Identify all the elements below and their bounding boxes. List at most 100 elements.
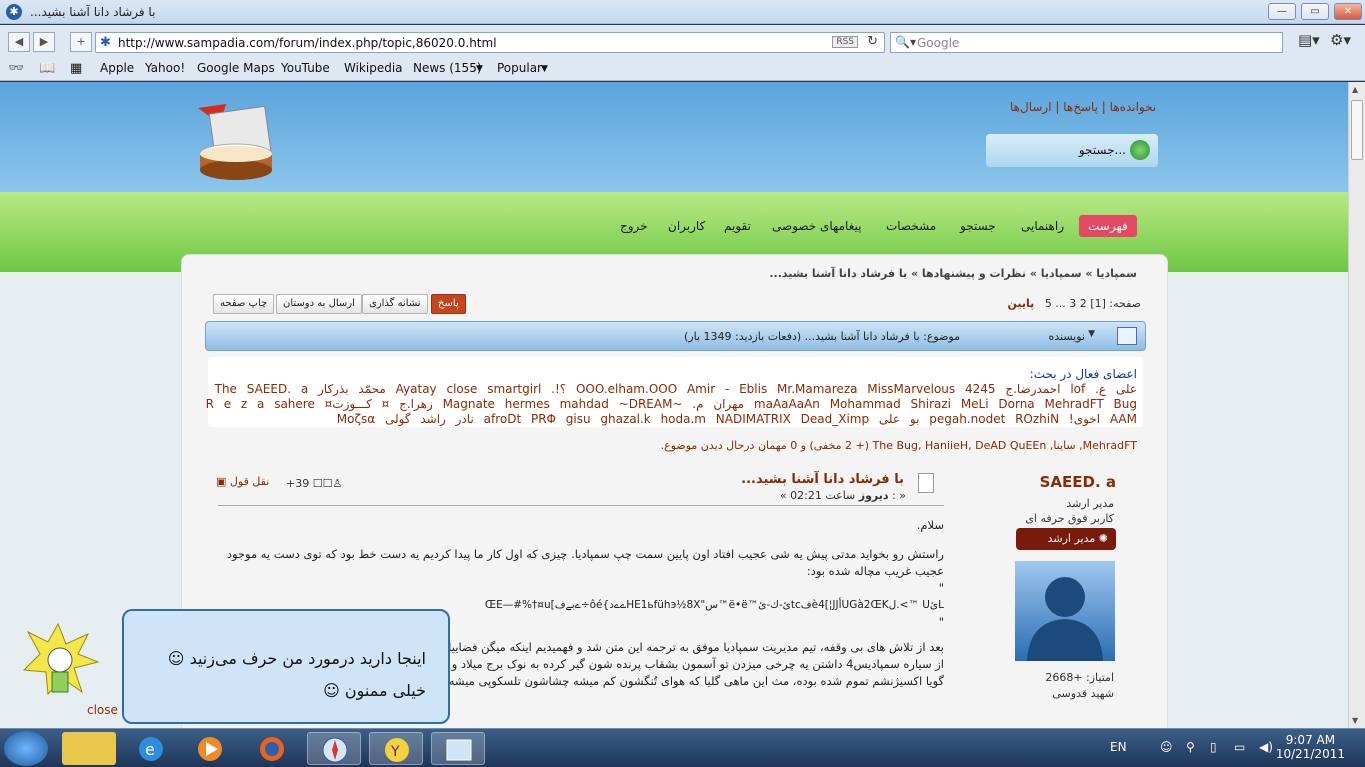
user-icon[interactable]: ♙: [332, 477, 342, 490]
page-menu-icon[interactable]: ▤▾: [1298, 31, 1320, 49]
yahoo-messenger-taskbar-icon[interactable]: Y: [369, 732, 423, 765]
topic-header-bar: ▼ نویسنده موضوع: با فرشاد دانا آشنا بشید…: [205, 321, 1146, 351]
reload-icon[interactable]: ↻: [867, 34, 878, 49]
mascot-speech-bubble: اینجا دارید درمورد من حرف می‌زنید ☺ خیلی…: [122, 609, 450, 724]
post-document-icon: [918, 473, 934, 493]
ie-taskbar-icon[interactable]: e: [124, 732, 178, 765]
bookmark-topic-button[interactable]: نشانه گذاری: [362, 294, 428, 314]
messenger-tray-icon[interactable]: ☺: [1160, 740, 1173, 754]
bookmarks-bar: 👓 📖 ▦ Apple Yahoo! Google Maps YouTube W…: [0, 59, 1365, 81]
smile-icon: ☺: [167, 649, 185, 668]
search-globe-icon[interactable]: [1130, 140, 1150, 160]
bookmark-popular[interactable]: Popular: [497, 61, 542, 75]
active-members-heading: اعضای فعال در بحث:: [1029, 367, 1137, 381]
karma-value: +39: [286, 477, 310, 490]
go-bottom-link[interactable]: پایین: [1008, 297, 1035, 310]
bookmark-google-maps[interactable]: Google Maps: [197, 61, 275, 75]
members-line-2[interactable]: maAaAaAn Mohammad Shirazi MeLi Dorna Meh…: [206, 397, 1137, 411]
active-members-box: اعضای فعال در بحث: علی ع. lof احمدرضا.ج …: [206, 357, 1143, 427]
post-tools[interactable]: +39 ☐☐♙: [286, 477, 342, 490]
start-button[interactable]: [4, 731, 48, 766]
site-search-box[interactable]: جستجو...: [986, 134, 1158, 167]
quote-button[interactable]: ▣ نقل قول: [216, 475, 269, 488]
bookmark-youtube[interactable]: YouTube: [281, 61, 330, 75]
pagination: صفحه: [1] 2 3 ... 5 پایین: [1008, 297, 1141, 310]
forward-button[interactable]: ▶: [33, 32, 55, 52]
close-window-button[interactable]: ✕: [1334, 3, 1362, 20]
magnifier-icon: 🔍▾: [895, 35, 916, 49]
site-header: نخوانده‌ها | پاسخ‌ها | ارسال‌ها جستجو...: [0, 82, 1348, 192]
author-role: مدیر ارشد: [1066, 497, 1114, 510]
breadcrumb[interactable]: سمپادیا » سمپادیا » نظرات و پیشنهادها » …: [769, 267, 1137, 280]
site-search-label: جستجو...: [1078, 143, 1126, 157]
vertical-scrollbar[interactable]: ▲ ▼: [1348, 82, 1365, 728]
bookmarks-book-icon[interactable]: 📖: [39, 61, 55, 76]
author-score: امتیاز: +2668: [1045, 671, 1114, 684]
viewer-rest: (+ 2 مخفی) و 0 مهمان درحال دیدن موضوع.: [660, 439, 873, 452]
safari-app-icon: ✱: [6, 4, 22, 20]
news-dropdown-icon[interactable]: ▼: [476, 64, 483, 74]
viewers-line: MehradFT, ساینا, The Bug, HaniieH, DeAD …: [661, 439, 1137, 452]
control-panel-taskbar-icon[interactable]: [431, 732, 485, 765]
menu-search[interactable]: جستجو: [960, 215, 996, 237]
members-line-1[interactable]: علی ع. lof احمدرضا.ج 4245 OOO.elham.OOO …: [215, 382, 1137, 396]
volume-tray-icon[interactable]: ◀): [1259, 740, 1273, 754]
bookmark-news[interactable]: News (155): [413, 61, 482, 75]
svg-text:e: e: [145, 740, 155, 759]
menu-messages[interactable]: پیغامهای خصوصی: [772, 215, 861, 237]
user-top-links[interactable]: نخوانده‌ها | پاسخ‌ها | ارسال‌ها: [1010, 100, 1156, 114]
safari-taskbar-icon[interactable]: [307, 732, 361, 765]
scrollbar-thumb[interactable]: [1351, 100, 1363, 160]
browser-toolbar: ◀ ▶ + ✱ http://www.sampadia.com/forum/in…: [0, 25, 1365, 60]
url-text: http://www.sampadia.com/forum/index.php/…: [118, 36, 497, 50]
network-tray-icon[interactable]: ⚲: [1186, 740, 1195, 754]
send-to-friend-button[interactable]: ارسال به دوستان: [276, 294, 362, 314]
author-avatar: [1015, 561, 1115, 661]
language-indicator[interactable]: EN: [1110, 740, 1127, 754]
bookmark-wikipedia[interactable]: Wikipedia: [344, 61, 403, 75]
reading-list-icon[interactable]: 👓: [8, 61, 24, 76]
post-title[interactable]: با فرشاد دانا آشنا بشید...: [741, 472, 904, 487]
reply-button[interactable]: پاسخ: [431, 294, 466, 314]
menu-profile[interactable]: مشخصات: [886, 215, 936, 237]
viewer-names[interactable]: MehradFT, ساینا, The Bug, HaniieH, DeAD …: [873, 439, 1137, 452]
system-clock[interactable]: 9:07 AM 10/21/2011: [1276, 733, 1345, 761]
settings-gear-icon[interactable]: ⚙▾: [1330, 31, 1351, 49]
bookmark-yahoo[interactable]: Yahoo!: [145, 61, 185, 75]
popular-dropdown-icon[interactable]: ▼: [541, 64, 548, 74]
menu-logout[interactable]: خروج: [620, 215, 648, 237]
add-bookmark-button[interactable]: +: [70, 32, 92, 52]
site-favicon-icon: ✱: [100, 35, 111, 50]
popup-close-link[interactable]: close: [87, 703, 118, 717]
device-tray-icon[interactable]: ▯: [1210, 740, 1217, 754]
search-placeholder: Google: [917, 36, 960, 50]
search-field[interactable]: 🔍▾ Google: [890, 32, 1283, 53]
page-numbers[interactable]: صفحه: [1] 2 3 ... 5: [1045, 297, 1141, 310]
address-bar[interactable]: ✱ http://www.sampadia.com/forum/index.ph…: [95, 32, 885, 53]
media-player-taskbar-icon[interactable]: [183, 732, 237, 765]
members-line-3[interactable]: AAM اخوی! pegah.nodet ROzhiN بو علی afro…: [337, 412, 1137, 426]
scroll-up-arrow-icon: ▲: [1352, 85, 1359, 94]
bubble-line-2: خیلی ممنون ☺: [323, 681, 426, 700]
menu-calendar[interactable]: تقویم: [724, 215, 751, 237]
like-icon[interactable]: ☐: [323, 477, 333, 490]
menu-index[interactable]: فهرست: [1079, 215, 1137, 237]
minimize-button[interactable]: —: [1268, 3, 1296, 20]
site-logo-cake: [198, 104, 273, 180]
menu-members[interactable]: کاربران: [668, 215, 705, 237]
print-button[interactable]: چاپ صفحه: [213, 294, 275, 314]
explorer-taskbar-icon[interactable]: [62, 732, 116, 765]
back-button[interactable]: ◀: [8, 32, 30, 52]
maximize-button[interactable]: ▭: [1301, 3, 1329, 20]
menu-help[interactable]: راهنمایی: [1021, 215, 1064, 237]
firefox-taskbar-icon[interactable]: [245, 732, 299, 765]
display-tray-icon[interactable]: ▭: [1234, 740, 1245, 754]
bookmark-apple[interactable]: Apple: [100, 61, 134, 75]
author-name[interactable]: SAEED. a: [1040, 473, 1116, 491]
sort-arrow-icon[interactable]: ▼: [1088, 329, 1095, 339]
rss-button[interactable]: RSS: [832, 36, 858, 48]
thank-icon[interactable]: ☐: [313, 477, 323, 490]
top-sites-grid-icon[interactable]: ▦: [70, 61, 82, 76]
windows-taskbar: e Y EN ☺ ⚲ ▯ ▭ ◀) 9:07 AM 10/21/2011: [0, 728, 1365, 767]
mascot-character: [22, 622, 100, 696]
